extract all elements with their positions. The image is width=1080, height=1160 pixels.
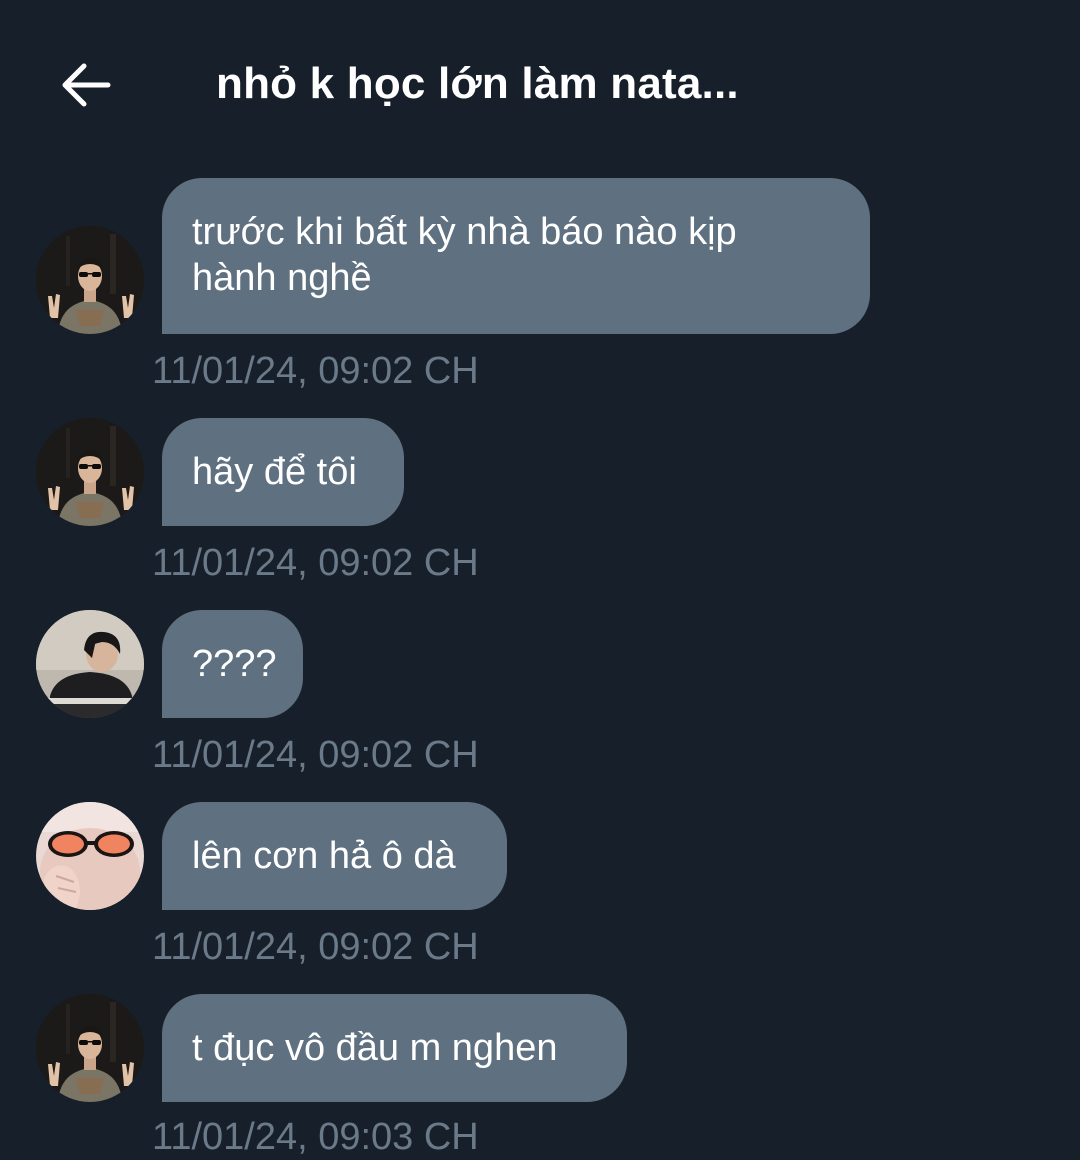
message-timestamp: 11/01/24, 09:03 CH — [152, 1116, 479, 1158]
message-timestamp: 11/01/24, 09:02 CH — [152, 734, 479, 776]
avatar[interactable] — [36, 994, 144, 1102]
chat-screen: nhỏ k học lớn làm nata... trước khi bất … — [0, 0, 1080, 1160]
back-button[interactable] — [50, 50, 120, 120]
message-timestamp: 11/01/24, 09:02 CH — [152, 350, 479, 392]
message-bubble[interactable]: trước khi bất kỳ nhà báo nào kịp hành ng… — [162, 178, 870, 334]
avatar[interactable] — [36, 226, 144, 334]
message-timestamp: 11/01/24, 09:02 CH — [152, 542, 479, 584]
arrow-left-icon — [62, 63, 111, 107]
message-bubble[interactable]: lên cơn hả ô dà — [162, 802, 507, 910]
avatar[interactable] — [36, 610, 144, 718]
avatar[interactable] — [36, 418, 144, 526]
message-timestamp: 11/01/24, 09:02 CH — [152, 926, 479, 968]
avatar[interactable] — [36, 802, 144, 910]
chat-title[interactable]: nhỏ k học lớn làm nata... — [216, 56, 739, 112]
message-bubble[interactable]: hãy để tôi — [162, 418, 404, 526]
message-bubble[interactable]: t đục vô đầu m nghen — [162, 994, 627, 1102]
chat-header: nhỏ k học lớn làm nata... — [0, 0, 1080, 170]
message-bubble[interactable]: ???? — [162, 610, 303, 718]
